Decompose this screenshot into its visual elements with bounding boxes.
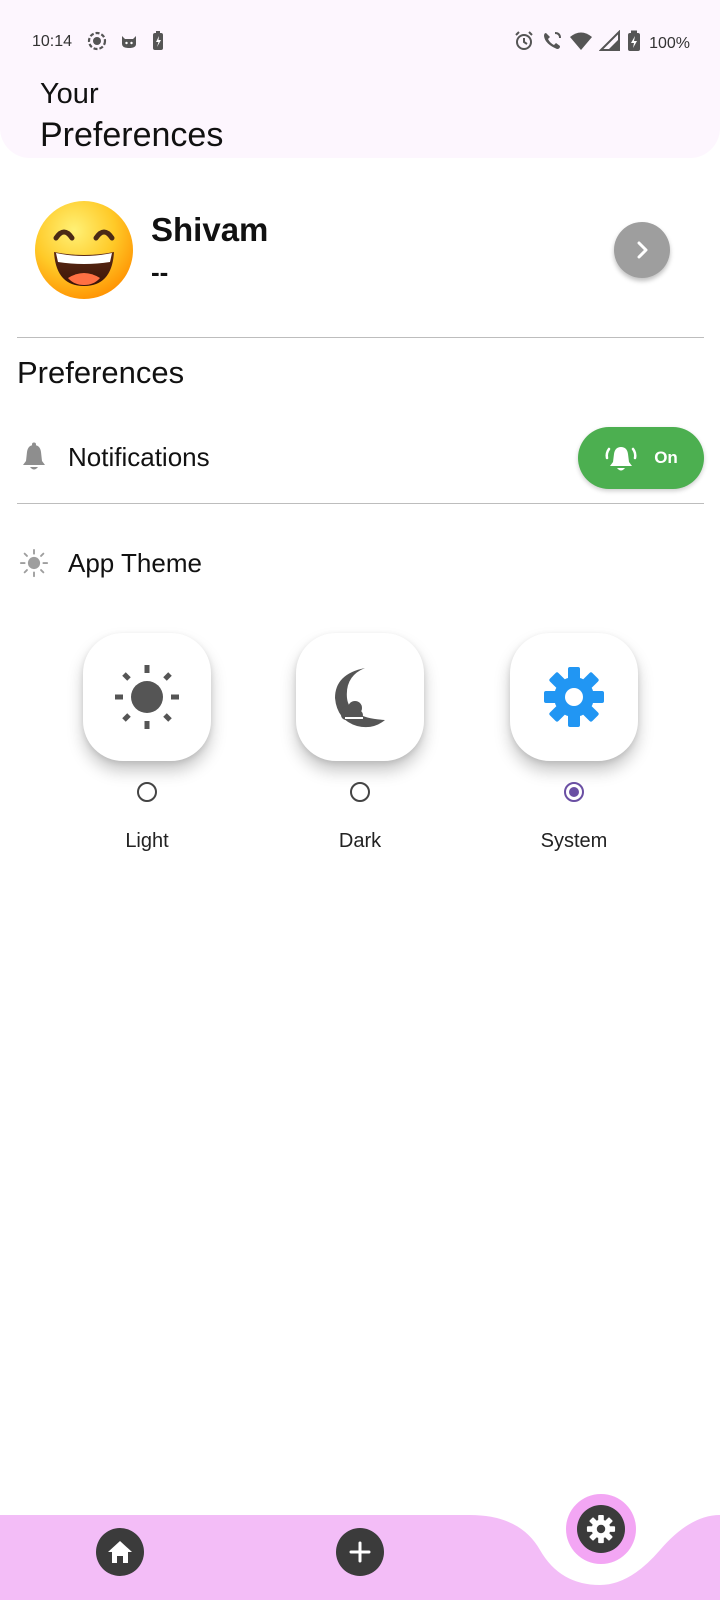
notifications-label: Notifications xyxy=(68,442,210,472)
gear-icon xyxy=(586,1514,616,1544)
theme-label-dark: Dark xyxy=(338,830,382,852)
bell-ringing-icon xyxy=(605,447,637,471)
theme-option-system[interactable] xyxy=(510,633,638,761)
preferences-screen: 10:14 100% Your Preferences Shivam -- Pr… xyxy=(0,0,720,1600)
signal-icon xyxy=(598,29,621,57)
header: 10:14 100% Your Preferences xyxy=(0,0,720,158)
section-title-preferences: Preferences xyxy=(17,355,185,390)
gear-icon xyxy=(544,667,604,727)
wifi-calling-icon xyxy=(541,30,563,57)
status-bar: 10:14 100% xyxy=(0,26,720,56)
sun-icon xyxy=(115,665,179,729)
wifi-icon xyxy=(569,30,593,57)
notifications-toggle[interactable]: On xyxy=(578,427,704,489)
status-left-icons xyxy=(86,30,166,57)
profile-subtitle: -- xyxy=(151,257,169,287)
status-right-icons: 100% xyxy=(513,29,690,57)
battery-percentage: 100% xyxy=(649,34,690,52)
grinning-face-emoji-icon xyxy=(35,201,133,299)
theme-radio-light[interactable] xyxy=(137,782,157,802)
theme-option-dark[interactable] xyxy=(296,633,424,761)
alarm-icon xyxy=(513,30,535,57)
sun-outline-icon xyxy=(19,548,49,578)
profile-name: Shivam xyxy=(151,211,269,248)
battery-charging-icon xyxy=(627,30,641,57)
status-time: 10:14 xyxy=(32,33,73,50)
plus-icon xyxy=(349,1541,371,1563)
theme-label-light: Light xyxy=(125,830,169,852)
avatar[interactable] xyxy=(34,200,134,300)
nav-add-button[interactable] xyxy=(336,1528,384,1576)
chevron-right-icon xyxy=(637,241,648,259)
nav-settings-inner xyxy=(577,1505,625,1553)
divider xyxy=(17,337,704,338)
theme-radio-system[interactable] xyxy=(564,782,584,802)
theme-label-system: System xyxy=(540,830,608,852)
cat-icon xyxy=(118,30,140,57)
header-title-line1: Your xyxy=(40,78,99,110)
bell-icon xyxy=(19,442,49,472)
moon-cloud-icon xyxy=(335,668,385,728)
theme-radio-dark[interactable] xyxy=(350,782,370,802)
nav-home-button[interactable] xyxy=(96,1528,144,1576)
theme-option-light[interactable] xyxy=(83,633,211,761)
app-theme-label: App Theme xyxy=(68,548,202,578)
home-icon xyxy=(108,1541,132,1563)
battery-saver-icon xyxy=(150,30,166,57)
profile-open-button[interactable] xyxy=(614,222,670,278)
screen-record-icon xyxy=(86,30,108,57)
divider xyxy=(17,503,704,504)
notifications-toggle-label: On xyxy=(654,448,678,467)
nav-settings-button[interactable] xyxy=(566,1494,636,1564)
page-title: Preferences xyxy=(40,116,224,154)
